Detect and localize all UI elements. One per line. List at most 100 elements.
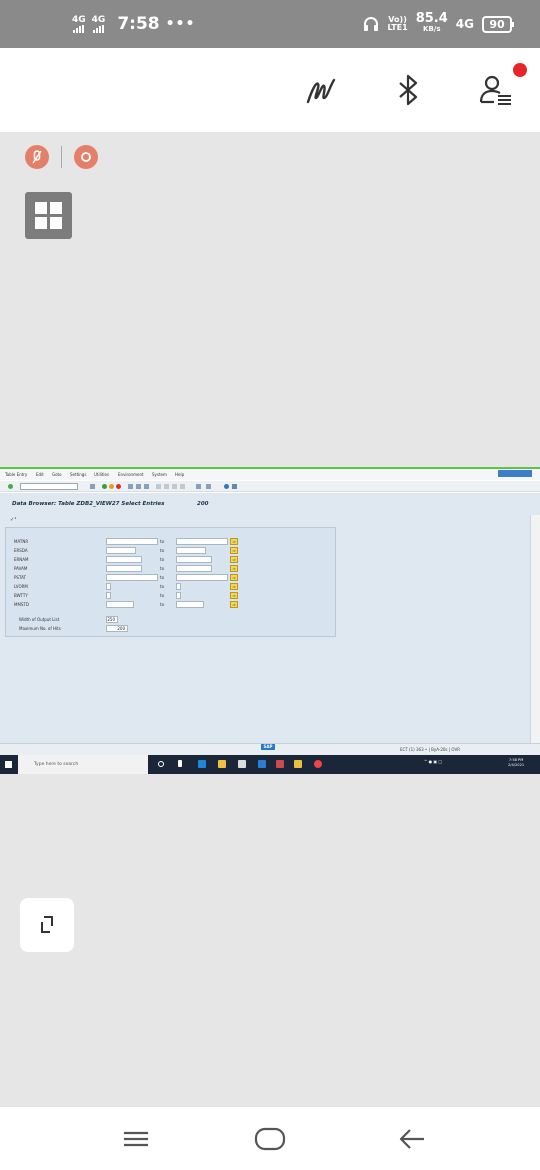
menu-utilities[interactable]: Utilities	[94, 472, 109, 477]
shared-pc-screen[interactable]: Table Entry Edit Goto Settings Utilities…	[0, 467, 540, 774]
find-icon[interactable]	[136, 484, 141, 489]
field-low-input[interactable]	[106, 592, 111, 599]
multiple-selection-button[interactable]: ⇒	[230, 592, 238, 599]
field-high-input[interactable]	[176, 574, 228, 581]
field-low-input[interactable]	[106, 574, 158, 581]
field-row-pstat: PSTAT to ⇒	[14, 574, 334, 582]
multiple-selection-button[interactable]: ⇒	[230, 547, 238, 554]
previous-page-icon[interactable]	[164, 484, 169, 489]
user-menu-icon[interactable]	[478, 72, 514, 108]
last-page-icon[interactable]	[180, 484, 185, 489]
multiple-selection-button[interactable]: ⇒	[230, 601, 238, 608]
record-icon	[81, 152, 91, 162]
chrome-icon[interactable]	[314, 760, 322, 768]
execute-icon[interactable]: ✓¹	[10, 517, 16, 523]
home-icon[interactable]	[253, 1125, 287, 1153]
signal-2-icon: 4G	[91, 14, 106, 33]
vertical-scrollbar[interactable]	[530, 515, 540, 743]
multiple-selection-button[interactable]: ⇒	[230, 538, 238, 545]
field-high-input[interactable]	[176, 565, 212, 572]
window-controls[interactable]	[498, 470, 532, 477]
sap-status-bar: SAP ECT (1) 363 • | ByA-20s | OVR	[0, 743, 540, 755]
sap-toolbar	[0, 481, 540, 492]
cortana-icon[interactable]	[158, 761, 164, 767]
shortcut-icon[interactable]	[206, 484, 211, 489]
record-button[interactable]	[74, 145, 98, 169]
max-hits-input[interactable]: 200	[106, 625, 128, 632]
width-output-label: Width of Output List	[19, 617, 60, 622]
taskbar-date: 2/4/2021	[508, 763, 525, 767]
exit-icon[interactable]	[109, 484, 114, 489]
file-explorer-icon[interactable]	[218, 760, 226, 768]
bluetooth-icon[interactable]	[390, 72, 426, 108]
field-low-input[interactable]	[106, 601, 134, 608]
field-high-input[interactable]	[176, 601, 204, 608]
confirm-icon[interactable]	[8, 484, 13, 489]
recent-apps-icon[interactable]	[120, 1127, 152, 1151]
menu-system[interactable]: System	[152, 472, 167, 477]
battery-icon: 90	[482, 15, 514, 33]
field-row-ersda: ERSDA to ⇒	[14, 547, 334, 555]
print-icon[interactable]	[128, 484, 133, 489]
field-row-bwtty: BWTTY to ⇒	[14, 592, 334, 600]
multiple-selection-button[interactable]: ⇒	[230, 574, 238, 581]
first-page-icon[interactable]	[156, 484, 161, 489]
find-next-icon[interactable]	[144, 484, 149, 489]
status-bar-left: 4G 4G 7:58 •••	[72, 14, 195, 34]
menu-goto[interactable]: Goto	[52, 472, 62, 477]
width-output-input[interactable]: 250	[106, 616, 118, 623]
field-low-input[interactable]	[106, 538, 158, 545]
windows-start-icon[interactable]	[5, 761, 12, 768]
save-icon[interactable]	[90, 484, 95, 489]
to-label: to	[160, 584, 165, 589]
multiple-selection-button[interactable]: ⇒	[230, 583, 238, 590]
menu-help[interactable]: Help	[175, 472, 184, 477]
next-page-icon[interactable]	[172, 484, 177, 489]
multiple-selection-button[interactable]: ⇒	[230, 565, 238, 572]
help-icon[interactable]	[224, 484, 229, 489]
menu-table-entry[interactable]: Table Entry	[5, 472, 27, 477]
field-label: BWTTY	[14, 593, 28, 598]
layout-icon[interactable]	[232, 484, 237, 489]
task-view-icon[interactable]	[178, 760, 182, 767]
mail-icon[interactable]	[258, 760, 266, 768]
grid-menu-button[interactable]	[25, 192, 72, 239]
app-icon-red[interactable]	[276, 760, 284, 768]
field-high-input[interactable]	[176, 538, 228, 545]
field-high-input[interactable]	[176, 592, 181, 599]
field-row-ernam: ERNAM to ⇒	[14, 556, 334, 564]
sap-menu-bar: Table Entry Edit Goto Settings Utilities…	[0, 469, 540, 480]
menu-environment[interactable]: Environment	[118, 472, 144, 477]
to-label: to	[160, 602, 165, 607]
mic-off-button[interactable]	[25, 145, 49, 169]
cancel-icon[interactable]	[116, 484, 121, 489]
field-high-input[interactable]	[176, 583, 181, 590]
sap-title-area: Data Browser: Table ZDB2_VIEW27 Select E…	[0, 493, 540, 515]
menu-edit[interactable]: Edit	[36, 472, 44, 477]
command-field[interactable]	[20, 483, 78, 490]
store-icon[interactable]	[238, 760, 246, 768]
field-high-input[interactable]	[176, 547, 206, 554]
scribble-pen-icon[interactable]	[304, 72, 340, 108]
battery-level: 90	[489, 17, 505, 31]
app-icon-yellow[interactable]	[294, 760, 302, 768]
menu-settings[interactable]: Settings	[70, 472, 86, 477]
field-low-input[interactable]	[106, 565, 142, 572]
edge-browser-icon[interactable]	[198, 760, 206, 768]
field-low-input[interactable]	[106, 583, 111, 590]
crop-button[interactable]	[20, 898, 74, 952]
system-tray[interactable]: ^ ● ▣ □ ​	[424, 759, 444, 764]
volte-indicator: Vo)) LTE1	[387, 16, 407, 32]
field-label: LVORM	[14, 584, 28, 589]
new-session-icon[interactable]	[196, 484, 201, 489]
back-icon[interactable]	[102, 484, 107, 489]
network-label-2: 4G	[91, 14, 106, 25]
field-low-input[interactable]	[106, 556, 142, 563]
field-high-input[interactable]	[176, 556, 212, 563]
multiple-selection-button[interactable]: ⇒	[230, 556, 238, 563]
taskbar-clock[interactable]: 7:58 PM 2/4/2021	[508, 758, 524, 768]
back-icon[interactable]	[396, 1125, 428, 1153]
taskbar-search-box[interactable]: Type here to search	[18, 755, 148, 774]
width-output-row: Width of Output List 250	[14, 616, 334, 624]
field-low-input[interactable]	[106, 547, 136, 554]
